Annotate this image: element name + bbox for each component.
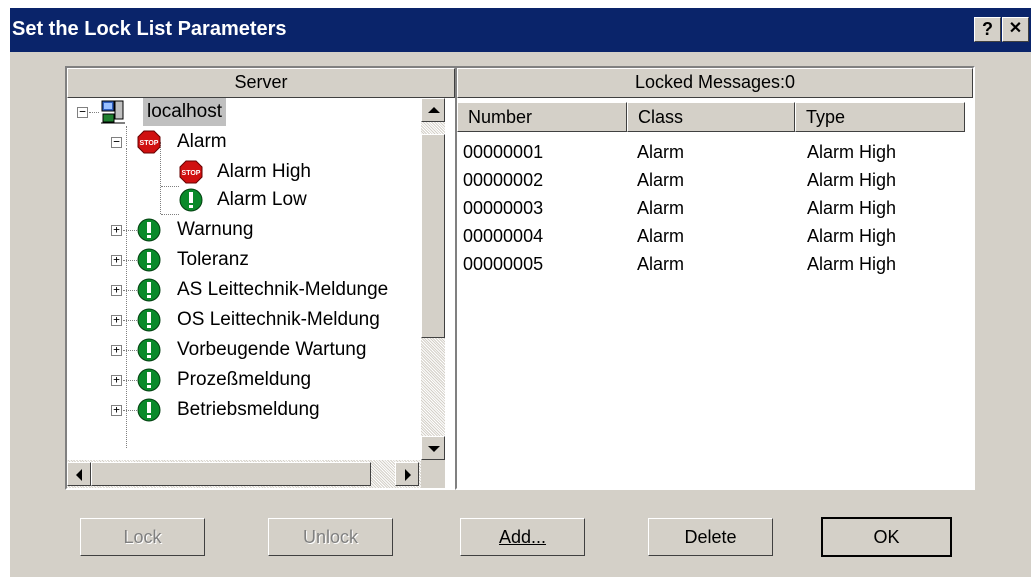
tree-node-label: Alarm Low [217,189,307,210]
cell-number: 00000003 [463,198,544,218]
expand-toggle[interactable]: + [111,344,122,356]
expand-toggle[interactable]: + [111,284,122,296]
locked-messages-header[interactable]: Locked Messages:0 [457,68,973,98]
cell-type: Alarm High [807,170,897,190]
server-tree[interactable]: − localhost − STOP Alarm STOP Alarm High… [67,98,421,460]
green-exclamation-icon [179,188,203,212]
scroll-corner [421,460,445,488]
scroll-thumb[interactable] [421,134,445,338]
expand-toggle[interactable]: + [111,374,122,386]
lock-button[interactable]: Lock [80,518,205,556]
server-header[interactable]: Server [67,68,455,98]
tree-node-label: Betriebsmeldung [177,399,320,420]
expand-toggle[interactable]: + [111,314,122,326]
cell-class: Alarm [637,226,685,246]
green-exclamation-icon [137,368,161,392]
server-computer-icon [101,100,125,124]
tree-node-label: localhost [143,98,226,126]
expand-toggle[interactable]: + [111,404,122,416]
cell-class: Alarm [637,254,685,274]
expand-toggle[interactable]: + [111,254,122,266]
collapse-toggle[interactable]: − [111,136,122,148]
stop-sign-icon: STOP [137,130,161,154]
cell-number: 00000005 [463,254,544,274]
cell-type: Alarm High [807,142,897,162]
scroll-up-button[interactable] [421,98,445,122]
title-bar: Set the Lock List Parameters ? ✕ [10,8,1031,52]
scroll-left-button[interactable] [67,462,91,486]
close-button[interactable]: ✕ [1002,17,1029,42]
tree-vertical-scrollbar[interactable] [421,98,445,460]
green-exclamation-icon [137,218,161,242]
column-header-class[interactable]: Class [627,102,795,132]
tree-node-label: Alarm [177,131,227,152]
svg-text:STOP: STOP [182,170,201,177]
tree-node-label: Alarm High [217,161,311,182]
tree-node-label: AS Leittechnik-Meldunge [177,279,389,300]
tree-node-label: Toleranz [177,249,249,270]
help-button[interactable]: ? [974,17,1001,42]
green-exclamation-icon [137,248,161,272]
add-button[interactable]: Add... [460,518,585,556]
cell-number: 00000004 [463,226,544,246]
tree-node-label: Warnung [177,219,254,240]
stop-sign-icon: STOP [179,160,203,184]
cell-class: Alarm [637,170,685,190]
svg-text:STOP: STOP [140,140,159,147]
ok-button[interactable]: OK [821,517,952,557]
tree-node-label: Prozeßmeldung [177,369,312,390]
tree-node-label: Vorbeugende Wartung [177,339,367,360]
left-arrow-icon [76,469,82,481]
cell-type: Alarm High [807,198,897,218]
right-arrow-icon [405,469,411,481]
collapse-toggle[interactable]: − [77,106,88,118]
column-header-type[interactable]: Type [795,102,965,132]
unlock-button[interactable]: Unlock [268,518,393,556]
down-arrow-icon [428,446,440,452]
cell-class: Alarm [637,198,685,218]
server-panel: Server − localhost − STOP Alarm STOP Ala… [65,66,457,490]
dialog-title: Set the Lock List Parameters [12,18,287,40]
cell-type: Alarm High [807,226,897,246]
locked-messages-panel: Locked Messages:0 Number Class Type 0000… [455,66,975,490]
green-exclamation-icon [137,338,161,362]
delete-button[interactable]: Delete [648,518,773,556]
cell-type: Alarm High [807,254,897,274]
cell-number: 00000001 [463,142,544,162]
tree-horizontal-scrollbar[interactable] [67,460,421,488]
green-exclamation-icon [137,308,161,332]
scroll-right-button[interactable] [395,462,419,486]
green-exclamation-icon [137,278,161,302]
column-header-number[interactable]: Number [457,102,627,132]
tree-node-label: OS Leittechnik-Meldung [177,309,380,330]
lock-list-dialog: Set the Lock List Parameters ? ✕ Server … [10,8,1031,577]
cell-number: 00000002 [463,170,544,190]
scroll-down-button[interactable] [421,436,445,460]
cell-class: Alarm [637,142,685,162]
expand-toggle[interactable]: + [111,224,122,236]
up-arrow-icon [428,107,440,113]
horizontal-scroll-thumb[interactable] [91,462,371,486]
green-exclamation-icon [137,398,161,422]
